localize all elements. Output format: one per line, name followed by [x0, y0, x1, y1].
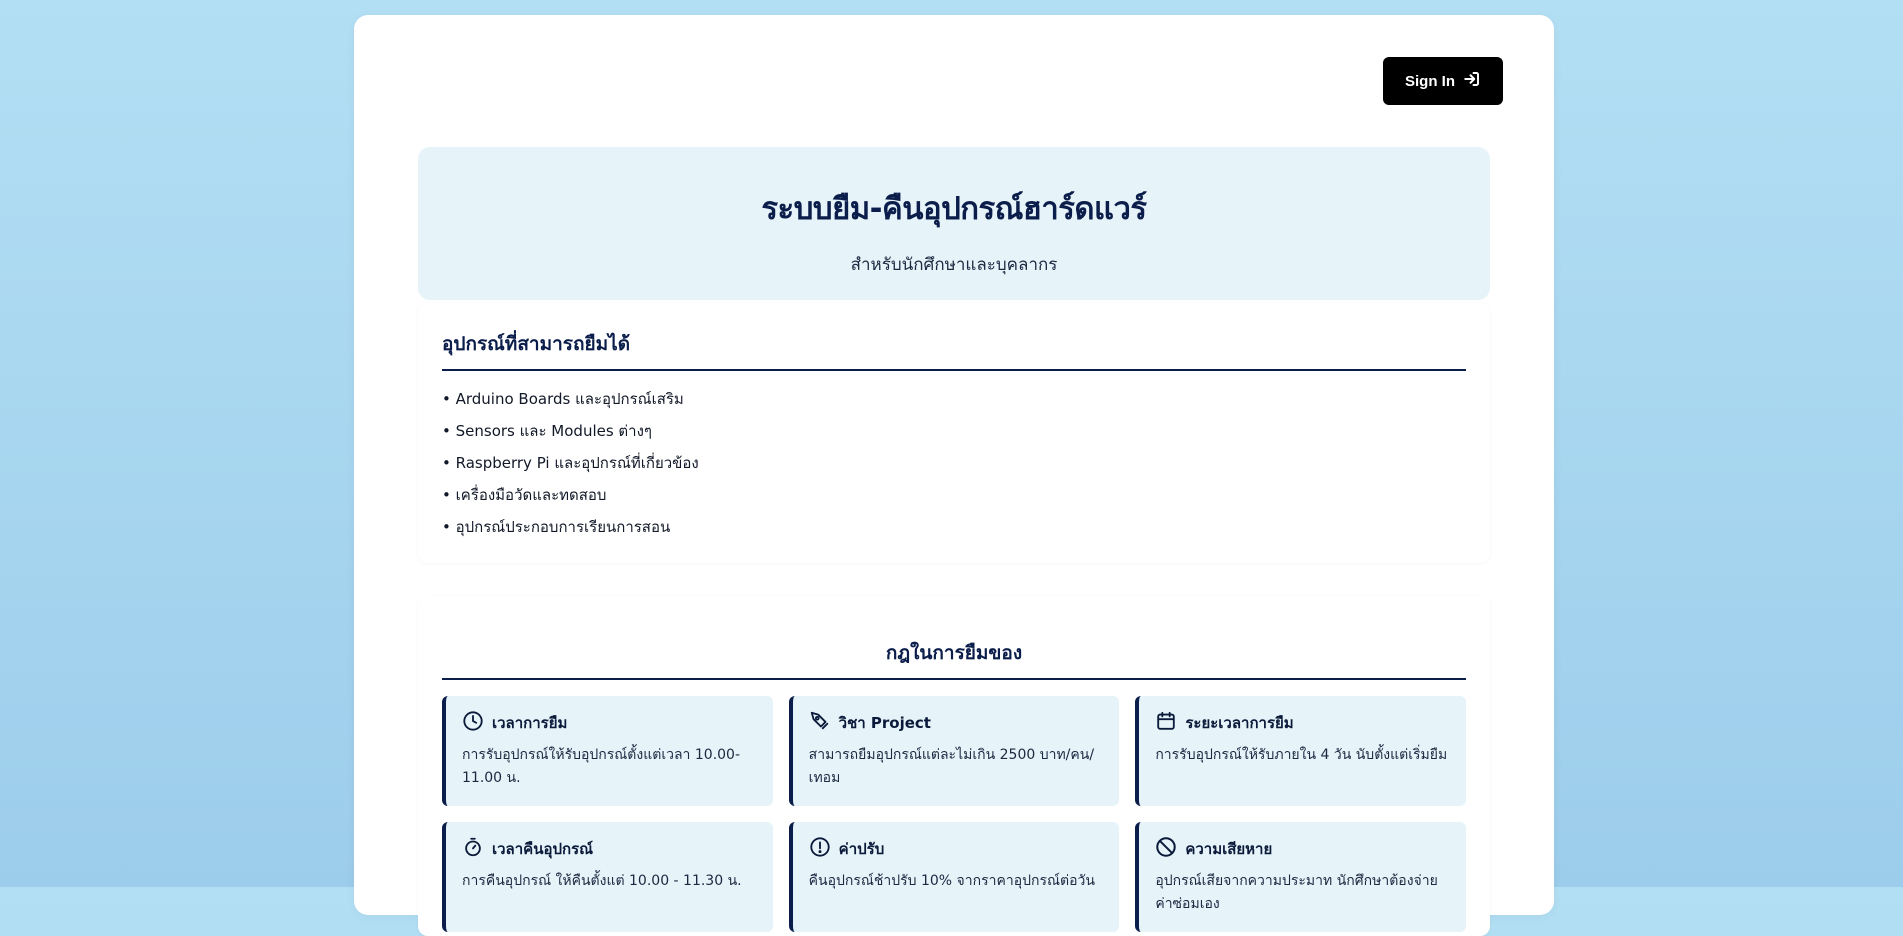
equipment-item: • Arduino Boards และอุปกรณ์เสริม	[442, 390, 684, 408]
rule-card-damage: ความเสียหาย อุปกรณ์เสียจากความประมาท นัก…	[1135, 822, 1466, 932]
rule-text: คืนอุปกรณ์ช้าปรับ 10% จากราคาอุปกรณ์ต่อว…	[808, 873, 1095, 889]
equipment-heading: อุปกรณ์ที่สามารถยืมได้	[442, 329, 1466, 371]
rule-text: การรับอุปกรณ์ให้รับภายใน 4 วัน นับตั้งแต…	[1155, 747, 1448, 763]
equipment-item: • Sensors และ Modules ต่างๆ	[442, 422, 652, 440]
page-subtitle: สำหรับนักศึกษาและบุคลากร	[850, 255, 1058, 275]
rule-title: เวลาการยืม	[492, 714, 568, 732]
hero-banner: ระบบยืม-คืนอุปกรณ์ฮาร์ดแวร์ สำหรับนักศึก…	[418, 147, 1490, 300]
rule-card-project: วิชา Project สามารถยืมอุปกรณ์แต่ละไม่เกิ…	[788, 696, 1120, 806]
calendar-icon	[1155, 710, 1177, 736]
rule-text: การคืนอุปกรณ์ ให้คืนตั้งแต่ 10.00 - 11.3…	[462, 873, 742, 889]
sign-in-label: Sign In	[1405, 72, 1455, 90]
main-card: Sign In ระบบยืม-คืนอุปกรณ์ฮาร์ดแวร์ สำหร…	[354, 15, 1554, 936]
rule-text: สามารถยืมอุปกรณ์แต่ละไม่เกิน 2500 บาท/คน…	[808, 747, 1095, 786]
exclamation-circle-icon	[809, 836, 831, 862]
sign-in-icon	[1463, 70, 1481, 92]
rule-card-fine: ค่าปรับ คืนอุปกรณ์ช้าปรับ 10% จากราคาอุป…	[788, 822, 1120, 932]
rule-title: เวลาคืนอุปกรณ์	[492, 840, 594, 858]
equipment-item: • Raspberry Pi และอุปกรณ์ที่เกี่ยวข้อง	[442, 454, 699, 472]
sign-in-button[interactable]: Sign In	[1383, 57, 1503, 105]
equipment-item: • อุปกรณ์ประกอบการเรียนการสอน	[442, 518, 671, 536]
rule-title: ความเสียหาย	[1185, 840, 1273, 858]
rule-title: ค่าปรับ	[838, 840, 885, 858]
rule-card-duration: ระยะเวลาการยืม การรับอุปกรณ์ให้รับภายใน …	[1135, 696, 1466, 806]
stopwatch-icon	[462, 836, 484, 862]
rule-title: วิชา Project	[838, 714, 931, 732]
ban-icon	[1155, 836, 1177, 862]
rule-title: ระยะเวลาการยืม	[1185, 714, 1294, 732]
rule-text: อุปกรณ์เสียจากความประมาท นักศึกษาต้องจ่า…	[1155, 873, 1438, 912]
clock-icon	[462, 710, 484, 736]
page-title: ระบบยืม-คืนอุปกรณ์ฮาร์ดแวร์	[761, 191, 1147, 227]
rules-heading: กฎในการยืมของ	[442, 638, 1466, 680]
equipment-list: • Arduino Boards และอุปกรณ์เสริม • Senso…	[442, 383, 1466, 543]
rule-text: การรับอุปกรณ์ให้รับอุปกรณ์ตั้งแต่เวลา 10…	[462, 747, 741, 786]
equipment-item: • เครื่องมือวัดและทดสอบ	[442, 486, 607, 504]
pen-tool-icon	[809, 710, 831, 736]
rule-card-return-time: เวลาคืนอุปกรณ์ การคืนอุปกรณ์ ให้คืนตั้งแ…	[442, 822, 773, 932]
equipment-section: อุปกรณ์ที่สามารถยืมได้ • Arduino Boards …	[418, 303, 1490, 563]
rules-section: กฎในการยืมของ เวลาการยืม การรับอุปกรณ์ให…	[418, 596, 1490, 936]
rules-grid: เวลาการยืม การรับอุปกรณ์ให้รับอุปกรณ์ตั้…	[442, 696, 1466, 932]
rule-card-borrow-time: เวลาการยืม การรับอุปกรณ์ให้รับอุปกรณ์ตั้…	[442, 696, 773, 806]
